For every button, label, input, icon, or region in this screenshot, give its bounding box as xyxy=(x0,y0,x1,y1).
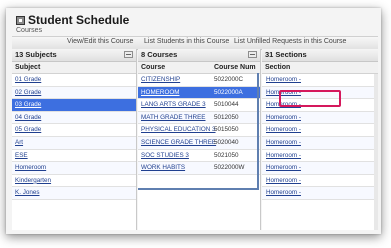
subject-row[interactable]: ESE xyxy=(12,150,136,163)
subject-row[interactable]: Art xyxy=(12,136,136,150)
section-row[interactable]: Homeroom - xyxy=(262,136,378,150)
course-num-column-label[interactable]: Course Num xyxy=(214,64,256,71)
courses-collapse-icon[interactable] xyxy=(248,51,257,58)
course-row[interactable]: MATH GRADE THREE 5012050 xyxy=(138,111,260,125)
subject-row[interactable]: 01 Grade xyxy=(12,74,136,87)
subject-link[interactable]: 03 Grade xyxy=(15,101,41,108)
course-number: 5015050 xyxy=(214,126,239,134)
subject-column-header[interactable]: Subject xyxy=(12,62,136,74)
section-link[interactable]: Homeroom - xyxy=(266,139,301,146)
section-link[interactable]: Homeroom - xyxy=(266,189,301,196)
course-number: 5022000W xyxy=(214,164,245,172)
subject-link[interactable]: ESE xyxy=(15,152,28,159)
subjects-panel-header: 13 Subjects xyxy=(12,49,136,62)
page-title: Student Schedule xyxy=(28,13,130,27)
course-row[interactable]: CITIZENSHIP 5022000C xyxy=(138,74,260,87)
courses-panel: 8 Courses Course Course Num CITIZENSHIP 5… xyxy=(138,49,261,230)
section-row[interactable]: Homeroom - xyxy=(262,187,378,200)
app-window: Student Schedule Courses View/Edit this … xyxy=(12,12,378,230)
sections-panel: 31 Sections Section Homeroom - Homeroom -… xyxy=(262,49,378,230)
section-row[interactable]: Homeroom - xyxy=(262,74,378,87)
course-row[interactable]: SCIENCE GRADE THREE 5020040 xyxy=(138,136,260,150)
course-number: 5010044 xyxy=(214,101,239,109)
course-name-link[interactable]: WORK HABITS xyxy=(141,164,185,171)
action-bar: View/Edit this Course List Students in t… xyxy=(12,36,378,50)
subjects-list: 01 Grade 02 Grade 03 Grade 04 Grade 05 Grade… xyxy=(12,74,136,200)
course-number: 5022000A xyxy=(214,88,243,96)
courses-column-headers: Course Course Num xyxy=(138,62,260,74)
section-link[interactable]: Homeroom - xyxy=(266,76,301,83)
course-name-link[interactable]: PHYSICAL EDUCATION 3 xyxy=(141,126,216,133)
subject-row[interactable]: 04 Grade xyxy=(12,111,136,125)
course-row[interactable]: WORK HABITS 5022000W xyxy=(138,162,260,175)
subject-link[interactable]: Homeroom xyxy=(15,164,46,171)
subjects-collapse-icon[interactable] xyxy=(124,51,133,58)
subject-link[interactable]: Art xyxy=(15,139,23,146)
section-column-header[interactable]: Section xyxy=(262,62,378,74)
course-name-link[interactable]: MATH GRADE THREE xyxy=(141,114,206,121)
subject-link[interactable]: 05 Grade xyxy=(15,126,41,133)
course-row[interactable]: HOMEROOM 5022000A xyxy=(138,86,260,100)
subject-link[interactable]: Kindergarten xyxy=(15,177,51,184)
course-number: 5022000C xyxy=(214,76,244,83)
subject-row[interactable]: K. Jones xyxy=(12,187,136,200)
course-name-link[interactable]: LANG ARTS GRADE 3 xyxy=(141,101,206,108)
course-name-link[interactable]: HOMEROOM xyxy=(141,89,179,96)
subject-row[interactable]: Kindergarten xyxy=(12,175,136,188)
course-column-label[interactable]: Course xyxy=(141,64,165,71)
subjects-count: 13 Subjects xyxy=(15,50,57,59)
subject-link[interactable]: K. Jones xyxy=(15,189,40,196)
section-row[interactable]: Homeroom - xyxy=(262,111,378,125)
section-row[interactable]: Homeroom - xyxy=(262,162,378,175)
course-number: 5012050 xyxy=(214,113,239,121)
subject-link[interactable]: 02 Grade xyxy=(15,89,41,96)
course-name-link[interactable]: SOC STUDIES 3 xyxy=(141,152,189,159)
section-link[interactable]: Homeroom - xyxy=(266,152,301,159)
subjects-panel: 13 Subjects Subject 01 Grade 02 Grade 03 G… xyxy=(12,49,137,230)
course-name-link[interactable]: SCIENCE GRADE THREE xyxy=(141,139,216,146)
list-unfilled-requests-button[interactable]: List Unfilled Requests in this Course xyxy=(234,38,346,45)
section-row[interactable]: Homeroom - xyxy=(262,150,378,163)
subject-link[interactable]: 01 Grade xyxy=(15,76,41,83)
sections-scrollbar[interactable] xyxy=(374,74,378,230)
course-row[interactable]: SOC STUDIES 3 5021050 xyxy=(138,150,260,163)
section-link[interactable]: Homeroom - xyxy=(266,126,301,133)
list-students-button[interactable]: List Students in this Course xyxy=(144,38,229,45)
sections-count: 31 Sections xyxy=(265,50,307,59)
section-link[interactable]: Homeroom - xyxy=(266,164,301,171)
section-link[interactable]: Homeroom - xyxy=(266,114,301,121)
subject-row[interactable]: 02 Grade xyxy=(12,86,136,100)
section-row[interactable]: Homeroom - xyxy=(262,124,378,137)
subject-row[interactable]: 03 Grade xyxy=(12,99,136,112)
course-number: 5021050 xyxy=(214,151,239,159)
courses-list: CITIZENSHIP 5022000C HOMEROOM 5022000A LANG … xyxy=(138,74,260,175)
subject-link[interactable]: 04 Grade xyxy=(15,114,41,121)
course-row[interactable]: PHYSICAL EDUCATION 3 5015050 xyxy=(138,124,260,137)
course-number: 5020040 xyxy=(214,138,239,146)
schedule-icon xyxy=(16,15,25,25)
highlight-annotation xyxy=(279,90,341,107)
courses-panel-header: 8 Courses xyxy=(138,49,260,62)
view-edit-course-button[interactable]: View/Edit this Course xyxy=(67,38,133,45)
section-link[interactable]: Homeroom - xyxy=(266,177,301,184)
title-bar: Student Schedule xyxy=(16,12,129,28)
section-column-label: Section xyxy=(265,64,291,71)
course-name-link[interactable]: CITIZENSHIP xyxy=(141,76,180,83)
courses-count: 8 Courses xyxy=(141,50,178,59)
sections-panel-header: 31 Sections xyxy=(262,49,378,62)
subject-row[interactable]: Homeroom xyxy=(12,162,136,175)
course-row[interactable]: LANG ARTS GRADE 3 5010044 xyxy=(138,99,260,112)
subject-column-label: Subject xyxy=(15,64,41,71)
page-subtitle: Courses xyxy=(16,27,43,34)
subject-row[interactable]: 05 Grade xyxy=(12,124,136,137)
section-row[interactable]: Homeroom - xyxy=(262,175,378,188)
